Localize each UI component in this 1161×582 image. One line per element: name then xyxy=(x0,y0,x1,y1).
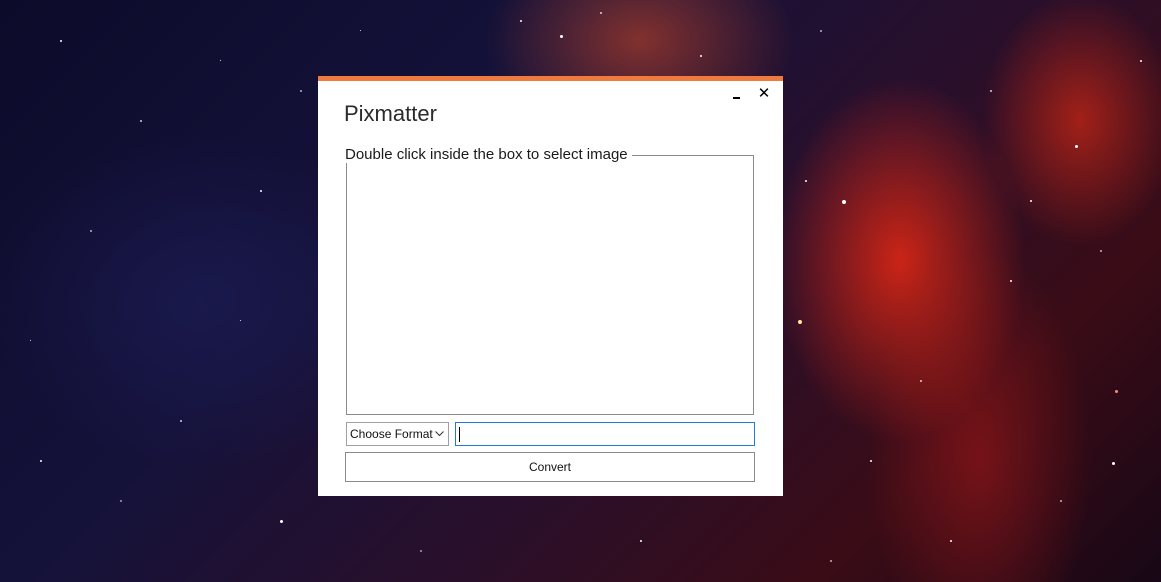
close-button[interactable]: ✕ xyxy=(757,84,771,102)
image-box-label: Double click inside the box to select im… xyxy=(345,146,632,163)
desktop-background: ✕ Pixmatter Double click inside the box … xyxy=(0,0,1161,582)
output-name-input[interactable] xyxy=(455,422,755,446)
minimize-button[interactable] xyxy=(729,84,743,102)
format-select-value: Choose Format xyxy=(350,427,433,441)
app-window: ✕ Pixmatter Double click inside the box … xyxy=(318,76,783,496)
close-icon: ✕ xyxy=(757,84,771,102)
image-drop-group: Double click inside the box to select im… xyxy=(345,146,754,415)
format-select[interactable]: Choose Format xyxy=(346,422,449,446)
image-drop-area[interactable] xyxy=(347,166,753,414)
chevron-down-icon xyxy=(434,423,444,445)
window-controls: ✕ xyxy=(729,84,771,102)
controls-row: Choose Format xyxy=(346,422,755,446)
convert-button[interactable]: Convert xyxy=(345,452,755,482)
text-caret xyxy=(459,427,460,442)
app-title: Pixmatter xyxy=(344,101,437,126)
minimize-icon xyxy=(732,97,740,99)
